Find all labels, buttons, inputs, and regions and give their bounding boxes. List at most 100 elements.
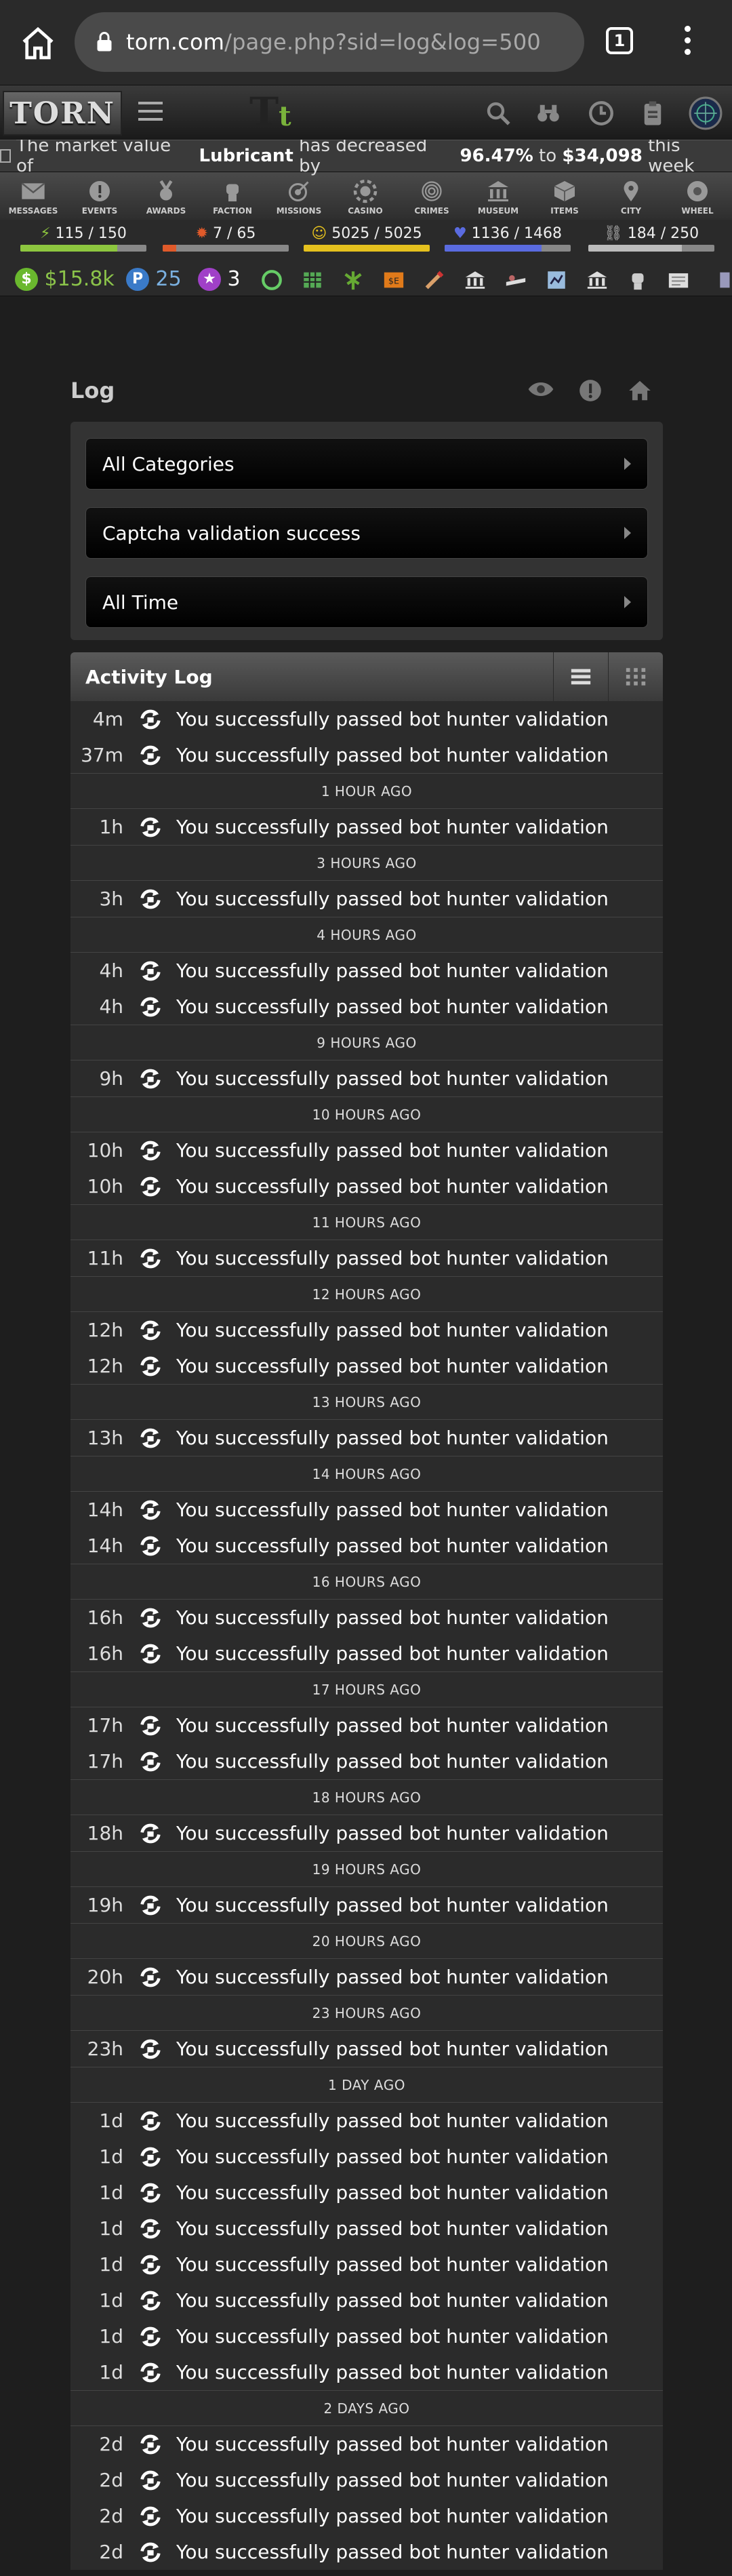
nerve-bar[interactable]: ✹ 7 / 65 (163, 225, 289, 252)
log-entry[interactable]: 2d You successfully passed bot hunter val… (70, 2462, 663, 2498)
time-filter[interactable]: All Time (85, 576, 648, 628)
log-entry[interactable]: 1h You successfully passed bot hunter val… (70, 809, 663, 845)
menu-messages[interactable]: MESSAGES (0, 172, 66, 220)
tab-switcher-button[interactable]: 1 (606, 27, 633, 54)
browser-menu-icon[interactable] (685, 26, 691, 60)
log-entry[interactable]: 14h You successfully passed bot hunter va… (70, 1492, 663, 1528)
entry-text: You successfully passed bot hunter valid… (176, 1894, 609, 1916)
list-view-button[interactable] (553, 652, 608, 701)
entry-text: You successfully passed bot hunter valid… (176, 2289, 609, 2312)
category-filter[interactable]: All Categories (85, 438, 648, 490)
log-entry[interactable]: 19h You successfully passed bot hunter va… (70, 1887, 663, 1923)
tt-logo: Tt (249, 89, 291, 135)
log-entry[interactable]: 4m You successfully passed bot hunter val… (70, 701, 663, 737)
log-entry[interactable]: 17h You successfully passed bot hunter va… (70, 1707, 663, 1743)
grid-status-icon[interactable] (301, 269, 324, 292)
entry-time: 1d (99, 2361, 123, 2383)
log-entry[interactable]: 12h You successfully passed bot hunter va… (70, 1348, 663, 1384)
menu-casino[interactable]: CASINO (332, 172, 399, 220)
binoculars-icon[interactable] (534, 99, 563, 127)
stock-status-icon[interactable] (586, 269, 609, 292)
log-entry[interactable]: 11h You successfully passed bot hunter va… (70, 1240, 663, 1276)
type-filter[interactable]: Captcha validation success (85, 507, 648, 559)
points-display[interactable]: P 25 (126, 267, 182, 291)
home-icon[interactable] (19, 24, 57, 62)
menu-events[interactable]: EVENTS (66, 172, 133, 220)
log-entry[interactable]: 20h You successfully passed bot hunter va… (70, 1959, 663, 1995)
captcha-icon (140, 1356, 161, 1376)
log-entry[interactable]: 2d You successfully passed bot hunter val… (70, 2534, 663, 2570)
log-entry[interactable]: 1d You successfully passed bot hunter val… (70, 2282, 663, 2318)
grid-view-button[interactable] (608, 652, 663, 701)
log-entry[interactable]: 14h You successfully passed bot hunter va… (70, 1528, 663, 1564)
menu-missions[interactable]: MISSIONS (266, 172, 332, 220)
medal-icon (159, 180, 173, 201)
log-entry[interactable]: 3h You successfully passed bot hunter val… (70, 881, 663, 917)
merits-display[interactable]: ★ 3 (198, 267, 241, 291)
exclamation-icon[interactable] (577, 378, 603, 403)
menu-wheel[interactable]: WHEEL (664, 172, 731, 220)
log-entry[interactable]: 1d You successfully passed bot hunter val… (70, 2354, 663, 2390)
log-entry[interactable]: 4h You successfully passed bot hunter val… (70, 953, 663, 989)
entry-time: 12h (87, 1355, 123, 1377)
home-icon[interactable] (626, 378, 653, 403)
log-entry[interactable]: 2d You successfully passed bot hunter val… (70, 2498, 663, 2534)
log-entry[interactable]: 1d You successfully passed bot hunter val… (70, 2139, 663, 2175)
menu-faction[interactable]: FACTION (199, 172, 266, 220)
happy-bar[interactable]: ☺ 5025 / 5025 (304, 225, 430, 252)
log-entry[interactable]: 16h You successfully passed bot hunter va… (70, 1600, 663, 1636)
captcha-icon (140, 2506, 161, 2526)
log-entry[interactable]: 1d You successfully passed bot hunter val… (70, 2318, 663, 2354)
life-bar[interactable]: ♥ 1136 / 1468 (445, 225, 571, 252)
chain-value: 184 / 250 (627, 225, 699, 242)
more-status-icon[interactable] (716, 269, 732, 292)
travel-status-icon[interactable] (504, 269, 527, 292)
search-icon[interactable] (484, 99, 512, 127)
log-entry[interactable]: 1d You successfully passed bot hunter val… (70, 2103, 663, 2139)
chain-bar[interactable]: ⛓ 184 / 250 (588, 225, 714, 252)
education-status-icon[interactable] (423, 269, 446, 292)
entry-time: 17h (87, 1750, 123, 1772)
clipboard-icon[interactable] (638, 99, 667, 127)
log-entry[interactable]: 13h You successfully passed bot hunter va… (70, 1420, 663, 1456)
refresh-status-icon[interactable] (260, 269, 283, 292)
market-banner[interactable]: The market value of Lubricant has decrea… (0, 136, 732, 176)
hamburger-menu-icon[interactable] (138, 102, 163, 122)
eye-icon[interactable] (527, 378, 554, 401)
log-entry[interactable]: 17h You successfully passed bot hunter va… (70, 1743, 663, 1779)
torn-logo[interactable]: TORN (3, 91, 122, 136)
menu-crimes[interactable]: CRIMES (399, 172, 465, 220)
log-entry[interactable]: 1d You successfully passed bot hunter val… (70, 2175, 663, 2211)
menu-museum[interactable]: MUSEUM (465, 172, 531, 220)
job-status-icon[interactable]: $E (382, 269, 405, 292)
entry-time: 2d (99, 2469, 123, 2491)
money-display[interactable]: $ $15.8k (15, 267, 115, 291)
hospital-status-icon[interactable] (545, 269, 568, 292)
newspaper-status-icon[interactable] (667, 269, 690, 292)
time-separator: 1 HOUR AGO (70, 773, 663, 809)
menu-city[interactable]: CITY (598, 172, 664, 220)
log-entry[interactable]: 4h You successfully passed bot hunter val… (70, 989, 663, 1025)
log-entry[interactable]: 12h You successfully passed bot hunter va… (70, 1312, 663, 1348)
avatar-icon[interactable] (689, 96, 723, 130)
log-entry[interactable]: 23h You successfully passed bot hunter va… (70, 2031, 663, 2067)
log-entry[interactable]: 1d You successfully passed bot hunter val… (70, 2246, 663, 2282)
leaf-status-icon[interactable] (342, 269, 365, 292)
faction-status-icon[interactable] (626, 269, 649, 292)
log-entry[interactable]: 37m You successfully passed bot hunter va… (70, 737, 663, 773)
log-entry[interactable]: 10h You successfully passed bot hunter va… (70, 1132, 663, 1168)
log-entry[interactable]: 2d You successfully passed bot hunter val… (70, 2426, 663, 2462)
clock-icon[interactable] (587, 99, 615, 127)
log-entry[interactable]: 9h You successfully passed bot hunter val… (70, 1061, 663, 1096)
log-entry[interactable]: 16h You successfully passed bot hunter va… (70, 1636, 663, 1671)
menu-items[interactable]: ITEMS (531, 172, 598, 220)
log-entry[interactable]: 18h You successfully passed bot hunter va… (70, 1815, 663, 1851)
address-bar[interactable]: torn.com/page.php?sid=log&log=500 (75, 12, 584, 72)
log-entry[interactable]: 1d You successfully passed bot hunter val… (70, 2211, 663, 2246)
captcha-icon (140, 2470, 161, 2490)
time-separator: 18 HOURS AGO (70, 1779, 663, 1815)
energy-bar[interactable]: ⚡ 115 / 150 (20, 225, 146, 252)
log-entry[interactable]: 10h You successfully passed bot hunter va… (70, 1168, 663, 1204)
bank-status-icon[interactable] (464, 269, 487, 292)
menu-awards[interactable]: AWARDS (133, 172, 199, 220)
